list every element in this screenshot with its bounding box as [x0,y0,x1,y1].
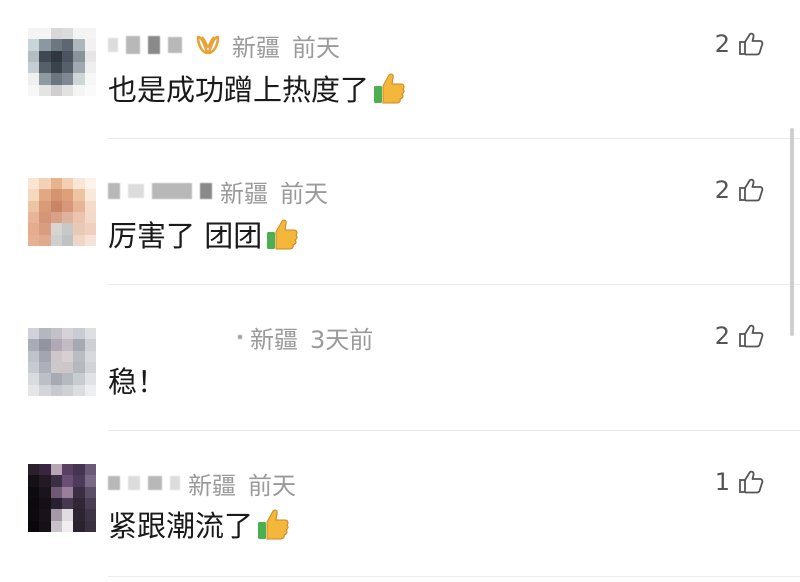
comment-meta: 新疆 前天 [108,30,352,62]
username-redacted[interactable] [126,36,140,54]
comment-meta: 新疆 前天 [108,468,308,500]
comment-text: 紧跟潮流了 [108,502,291,546]
username-redacted[interactable] [170,476,180,490]
comment-list: 新疆 前天 也是成功蹭上热度了 2 新疆 前天 厉害了 团团 2 新疆 3天前 … [0,0,800,582]
comment-location: 新疆 [232,33,280,62]
like-count: 2 [714,176,730,204]
like-count: 2 [714,322,730,350]
like-button[interactable]: 2 [715,320,764,352]
divider [108,430,800,431]
username-redacted[interactable] [128,476,140,490]
comment-time: 3天前 [310,325,374,354]
comment-text: 厉害了 团团 [108,212,300,256]
username-redacted[interactable] [148,476,162,490]
username-redacted[interactable] [238,335,242,339]
comment-item: 新疆 前天 也是成功蹭上热度了 2 [0,0,800,146]
comment-item: 新疆 前天 厉害了 团团 2 [0,146,800,292]
username-redacted[interactable] [200,183,212,199]
comment-text: 稳！ [108,358,166,402]
thumbs-up-emoji [374,73,405,104]
username-redacted[interactable] [152,183,192,199]
comment-location: 新疆 [250,325,298,354]
divider [108,284,800,285]
scrollbar[interactable] [790,128,794,336]
comment-meta: 新疆 3天前 [108,322,385,354]
username-redacted[interactable] [108,183,120,199]
username-redacted[interactable] [148,36,160,54]
avatar[interactable] [28,28,96,96]
comment-text-content: 也是成功蹭上热度了 [108,73,370,107]
comment-time: 前天 [292,33,340,62]
like-button[interactable]: 1 [715,466,764,498]
username-redacted[interactable] [128,184,144,198]
avatar[interactable] [28,328,96,396]
like-count: 1 [714,468,730,496]
comment-text-content: 紧跟潮流了 [108,509,254,543]
thumbs-up-outline-icon [739,324,764,348]
like-count: 2 [714,30,730,58]
like-button[interactable]: 2 [715,28,764,60]
comment-item: 新疆 前天 紧跟潮流了 1 [0,438,800,582]
thumbs-up-outline-icon [739,178,764,202]
comment-item: 新疆 3天前 稳！ 2 [0,292,800,438]
thumbs-up-emoji [258,509,289,540]
comment-time: 前天 [280,179,328,208]
comment-location: 新疆 [220,179,268,208]
divider [108,138,800,139]
comment-text: 也是成功蹭上热度了 [108,66,407,110]
comment-location: 新疆 [188,471,236,500]
username-redacted[interactable] [108,38,118,52]
thumbs-up-outline-icon [739,32,764,56]
comment-text-content: 稳！ [108,365,167,399]
comment-time: 前天 [248,471,296,500]
comment-meta: 新疆 前天 [108,176,340,208]
username-redacted[interactable] [108,476,120,490]
avatar[interactable] [28,464,96,532]
comment-text-content: 厉害了 团团 [108,219,263,253]
thumbs-up-outline-icon [739,470,764,494]
username-redacted[interactable] [168,37,182,53]
avatar[interactable] [28,178,96,246]
like-button[interactable]: 2 [715,174,764,206]
fan-badge-icon [194,33,222,57]
divider [108,576,800,577]
thumbs-up-emoji [267,219,298,250]
